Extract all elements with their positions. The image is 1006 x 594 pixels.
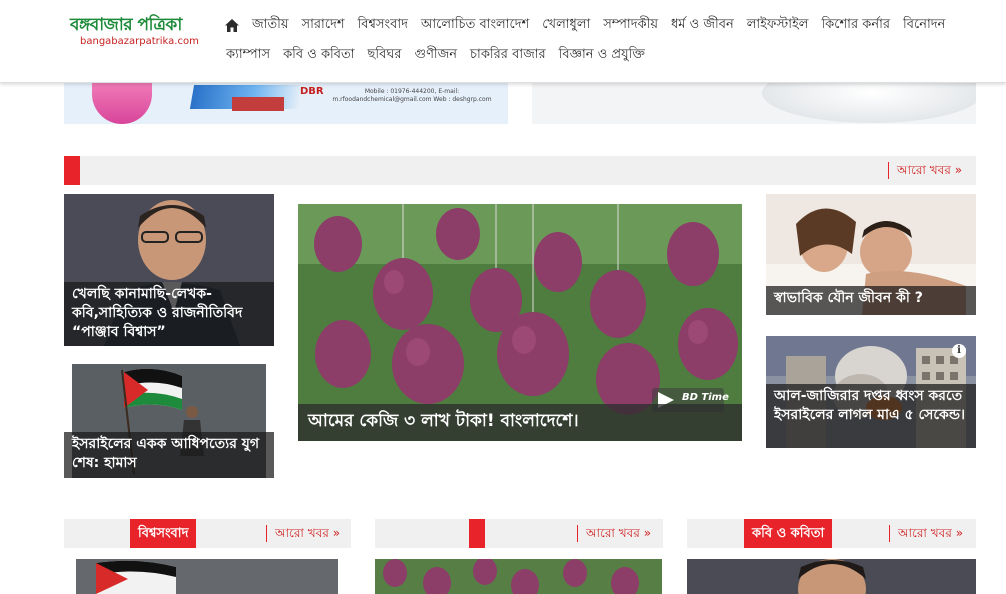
- section-bar-middle: আরো খবর »: [375, 519, 663, 548]
- nav-item-discussed-bangladesh[interactable]: আলোচিত বাংলাদেশ: [421, 14, 529, 36]
- section-title-poetry[interactable]: কবি ও কবিতা: [744, 519, 833, 548]
- nav-item-world[interactable]: বিশ্বসংবাদ: [358, 14, 408, 36]
- nav-item-poetry[interactable]: কবি ও কবিতা: [283, 44, 354, 66]
- section-bar-world: বিশ্বসংবাদ আরো খবর »: [64, 519, 351, 548]
- middle-more-link[interactable]: আরো খবর »: [577, 525, 651, 542]
- featured-section-bar: আরো খবর »: [64, 156, 976, 185]
- banner-model-image: [92, 83, 152, 124]
- poet-portrait-thumb: [687, 559, 976, 594]
- main-nav-row-2: ক্যাম্পাস কবি ও কবিতা ছবিঘর গুণীজন চাকরি…: [226, 44, 658, 66]
- nav-item-religion[interactable]: ধর্ম ও জীবন: [671, 14, 734, 36]
- section-title-world[interactable]: বিশ্বসংবাদ: [130, 519, 197, 548]
- section-accent: [64, 156, 80, 185]
- site-header: বঙ্গবাজার পত্রিকা bangabazarpatrika.com …: [0, 0, 1006, 83]
- news-card-aljazeera[interactable]: i আল-জাজিরার দপ্তর ধ্বংস করতে ইসরাইলের ল…: [766, 336, 976, 448]
- site-logo[interactable]: বঙ্গবাজার পত্রিকা bangabazarpatrika.com: [70, 14, 210, 48]
- news-card-mango[interactable]: BD Time আমের কেজি ৩ লাখ টাকা! বাংলাদেশে।: [298, 204, 742, 441]
- mango-thumb: [375, 559, 662, 594]
- palestine-flag-thumb: [76, 559, 338, 594]
- news-card-writer[interactable]: খেলছি কানামাছি-লেখক-কবি,সাহিত্যিক ও রাজন…: [64, 194, 274, 346]
- nav-item-countrywide[interactable]: সারাদেশ: [302, 14, 345, 36]
- news-headline: খেলছি কানামাছি-লেখক-কবি,সাহিত্যিক ও রাজন…: [64, 282, 274, 346]
- info-icon[interactable]: i: [952, 344, 966, 358]
- home-icon[interactable]: [225, 18, 239, 32]
- featured-more-link[interactable]: আরো খবর »: [888, 162, 962, 179]
- poetry-more-link[interactable]: আরো খবর »: [889, 525, 963, 542]
- nav-item-talented[interactable]: গুণীজন: [415, 44, 458, 66]
- banner-right-image: [762, 83, 976, 123]
- nav-item-sports[interactable]: খেলাধুলা: [542, 14, 590, 36]
- banner-product-pack: [232, 97, 284, 111]
- main-nav-row-1: জাতীয় সারাদেশ বিশ্বসংবাদ আলোচিত বাংলাদে…: [225, 14, 958, 36]
- logo-url: bangabazarpatrika.com: [80, 36, 199, 47]
- world-more-link[interactable]: আরো খবর »: [266, 525, 340, 542]
- middle-thumbnail[interactable]: [375, 559, 662, 594]
- nav-item-national[interactable]: জাতীয়: [252, 14, 289, 36]
- world-thumbnail[interactable]: [76, 559, 338, 594]
- poetry-thumbnail[interactable]: [687, 559, 976, 594]
- banner-brand: DBR: [300, 86, 324, 97]
- news-card-lifestyle[interactable]: স্বাভাবিক যৌন জীবন কী ?: [766, 194, 976, 315]
- section-title-middle[interactable]: [469, 519, 485, 548]
- nav-item-science-tech[interactable]: বিজ্ঞান ও প্রযুক্তি: [559, 44, 645, 66]
- news-headline: আল-জাজিরার দপ্তর ধ্বংস করতে ইসরাইলের লাগ…: [766, 384, 976, 448]
- nav-item-gallery[interactable]: ছবিঘর: [368, 44, 402, 66]
- section-bar-poetry: কবি ও কবিতা আরো খবর »: [687, 519, 976, 548]
- banner-contact: Mobile : 01976-444200, E-mail: m.rfoodan…: [332, 88, 492, 103]
- video-watermark: BD Time: [682, 392, 729, 403]
- nav-item-editorial[interactable]: সম্পাদকীয়: [603, 14, 658, 36]
- news-card-hamas[interactable]: ইসরাইলের একক আধিপত্যের যুগ শেষ: হামাস: [64, 364, 274, 478]
- news-headline: আমের কেজি ৩ লাখ টাকা! বাংলাদেশে।: [298, 404, 742, 441]
- nav-item-teen-corner[interactable]: কিশোর কর্নার: [821, 14, 890, 36]
- nav-item-lifestyle[interactable]: লাইফস্টাইল: [747, 14, 809, 36]
- logo-title: বঙ্গবাজার পত্রিকা: [70, 15, 182, 35]
- ad-banner-left[interactable]: DBR Mobile : 01976-444200, E-mail: m.rfo…: [64, 83, 508, 124]
- nav-item-entertainment[interactable]: বিনোদন: [903, 14, 945, 36]
- news-headline: স্বাভাবিক যৌন জীবন কী ?: [766, 286, 976, 315]
- nav-item-campus[interactable]: ক্যাম্পাস: [226, 44, 270, 66]
- news-headline: ইসরাইলের একক আধিপত্যের যুগ শেষ: হামাস: [64, 432, 274, 478]
- nav-item-jobs[interactable]: চাকরির বাজার: [470, 44, 546, 66]
- ad-banner-right[interactable]: [532, 83, 976, 124]
